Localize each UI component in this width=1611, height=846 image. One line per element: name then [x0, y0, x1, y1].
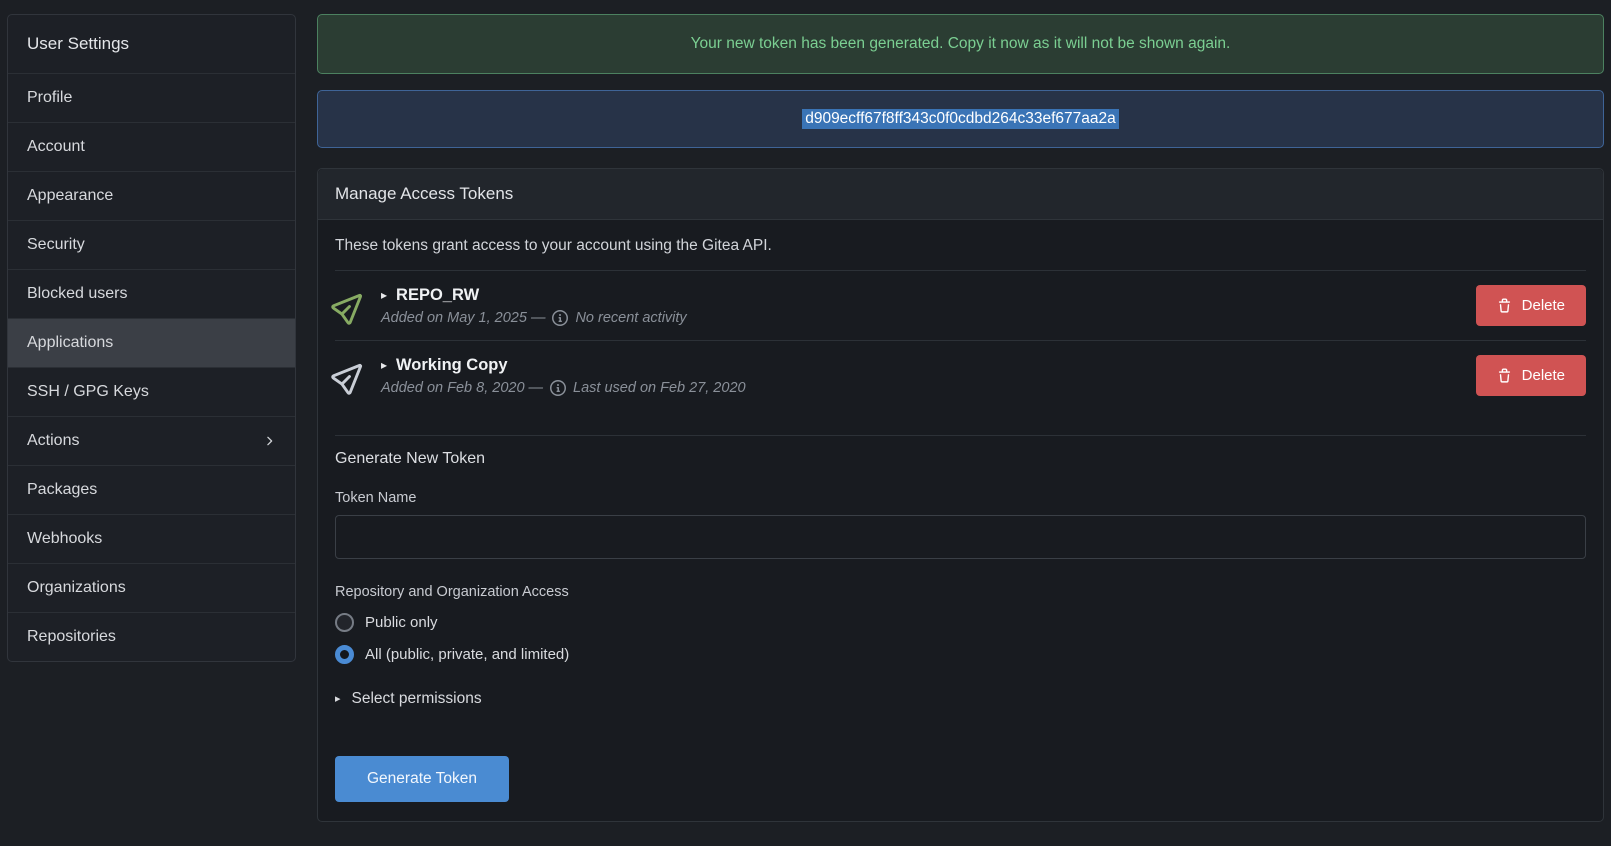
repo-org-access-label: Repository and Organization Access	[335, 584, 1586, 600]
generate-token-title: Generate New Token	[335, 450, 1586, 468]
sidebar-item-account[interactable]: Account	[8, 122, 295, 171]
token-name: REPO_RW	[396, 286, 479, 305]
delete-token-button[interactable]: Delete	[1476, 285, 1586, 326]
info-icon	[552, 310, 568, 326]
flash-text: Your new token has been generated. Copy …	[691, 35, 1231, 53]
panel-title: Manage Access Tokens	[318, 169, 1603, 220]
new-token-value-box[interactable]: d909ecff67f8ff343c0f0cdbd264c33ef677aa2a	[317, 90, 1604, 148]
radio-all-access[interactable]: All (public, private, and limited)	[335, 645, 1586, 664]
generate-token-section: Generate New Token Token Name Repository…	[335, 435, 1586, 821]
token-name-toggle[interactable]: ▸ REPO_RW	[381, 286, 1461, 305]
token-name-label: Token Name	[335, 490, 1586, 506]
radio-circle-icon[interactable]	[335, 613, 354, 632]
token-added-date: Added on Feb 8, 2020 —	[381, 380, 543, 396]
token-meta: Added on Feb 8, 2020 — Last used on Feb …	[381, 380, 1461, 396]
trash-icon	[1497, 298, 1512, 314]
sidebar-title: User Settings	[8, 15, 295, 73]
token-row: ▸ Working Copy Added on Feb 8, 2020 — La…	[335, 340, 1586, 410]
manage-tokens-panel: Manage Access Tokens These tokens grant …	[317, 168, 1604, 822]
main-content: Your new token has been generated. Copy …	[317, 14, 1604, 822]
token-meta: Added on May 1, 2025 — No recent activit…	[381, 310, 1461, 326]
sidebar-item-actions[interactable]: Actions	[8, 416, 295, 465]
sidebar-item-repositories[interactable]: Repositories	[8, 612, 295, 661]
sidebar-item-blocked-users[interactable]: Blocked users	[8, 269, 295, 318]
sidebar-item-applications[interactable]: Applications	[8, 318, 295, 367]
settings-page: User Settings Profile Account Appearance…	[0, 0, 1611, 822]
flash-success-message: Your new token has been generated. Copy …	[317, 14, 1604, 74]
token-activity: Last used on Feb 27, 2020	[573, 380, 746, 396]
radio-public-only[interactable]: Public only	[335, 613, 1586, 632]
token-added-date: Added on May 1, 2025 —	[381, 310, 545, 326]
paper-plane-icon	[329, 284, 373, 328]
sidebar-item-appearance[interactable]: Appearance	[8, 171, 295, 220]
token-name: Working Copy	[396, 356, 508, 375]
select-permissions-toggle[interactable]: ▸ Select permissions	[335, 690, 1586, 708]
sidebar-item-organizations[interactable]: Organizations	[8, 563, 295, 612]
token-name-input[interactable]	[335, 515, 1586, 559]
collapse-triangle-icon: ▸	[335, 694, 341, 705]
sidebar-item-ssh-gpg-keys[interactable]: SSH / GPG Keys	[8, 367, 295, 416]
delete-token-button[interactable]: Delete	[1476, 355, 1586, 396]
sidebar-item-packages[interactable]: Packages	[8, 465, 295, 514]
collapse-triangle-icon: ▸	[381, 359, 387, 371]
tokens-description: These tokens grant access to your accoun…	[335, 220, 1586, 270]
token-row: ▸ REPO_RW Added on May 1, 2025 — No rece…	[335, 270, 1586, 340]
info-icon	[550, 380, 566, 396]
sidebar-item-webhooks[interactable]: Webhooks	[8, 514, 295, 563]
new-token-value[interactable]: d909ecff67f8ff343c0f0cdbd264c33ef677aa2a	[802, 109, 1119, 129]
trash-icon	[1497, 368, 1512, 384]
token-activity: No recent activity	[575, 310, 686, 326]
settings-sidebar: User Settings Profile Account Appearance…	[7, 14, 296, 662]
radio-circle-checked-icon[interactable]	[335, 645, 354, 664]
sidebar-item-profile[interactable]: Profile	[8, 73, 295, 122]
chevron-right-icon	[262, 434, 276, 448]
paper-plane-icon	[329, 354, 373, 398]
sidebar-item-security[interactable]: Security	[8, 220, 295, 269]
token-name-toggle[interactable]: ▸ Working Copy	[381, 356, 1461, 375]
generate-token-button[interactable]: Generate Token	[335, 756, 509, 802]
collapse-triangle-icon: ▸	[381, 289, 387, 301]
